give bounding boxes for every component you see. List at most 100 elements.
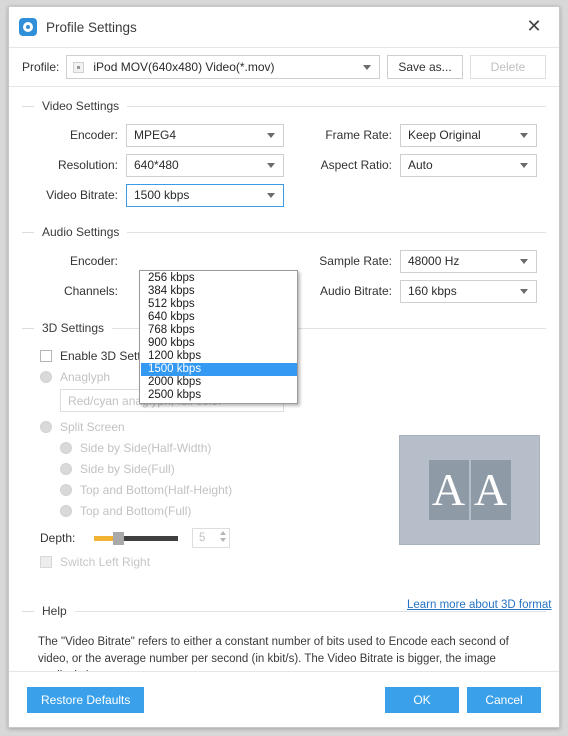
resolution-label: Resolution: xyxy=(57,158,118,172)
dropdown-option[interactable]: 2500 kbps xyxy=(141,389,297,402)
chevron-down-icon xyxy=(520,258,528,264)
aspect-ratio-select[interactable]: Auto xyxy=(400,153,537,177)
split-option-label: Side by Side(Half-Width) xyxy=(80,440,212,455)
profile-bar: Profile: iPod MOV(640x480) Video(*.mov) … xyxy=(9,47,559,87)
split-screen-radio-row: Split Screen xyxy=(40,416,546,437)
video-settings-title: Video Settings xyxy=(42,99,120,113)
depth-label: Depth: xyxy=(40,531,76,545)
encoder-select[interactable]: MPEG4 xyxy=(126,123,284,147)
audio-settings-group-header: Audio Settings xyxy=(22,221,546,243)
audio-bitrate-value: 160 kbps xyxy=(408,284,457,298)
slider-track xyxy=(116,536,178,541)
close-icon[interactable]: ✕ xyxy=(521,14,547,40)
audio-encoder-label: Encoder: xyxy=(69,254,118,268)
video-bitrate-select[interactable]: 1500 kbps xyxy=(126,183,284,207)
chevron-down-icon xyxy=(363,64,371,70)
stepper-arrows[interactable] xyxy=(220,531,226,542)
anaglyph-label: Anaglyph xyxy=(60,369,111,384)
chevron-down-icon xyxy=(267,192,275,198)
group-line xyxy=(127,231,546,233)
three-d-settings-title: 3D Settings xyxy=(42,321,105,335)
dropdown-option[interactable]: 384 kbps xyxy=(141,285,297,298)
anaglyph-select-wrap: Red/cyan anaglyph, full color xyxy=(60,389,546,412)
encoder-row: Encoder: MPEG4 Frame Rate: Keep Original xyxy=(22,121,546,149)
slider-handle[interactable] xyxy=(113,532,124,545)
split-option-label: Top and Bottom(Half-Height) xyxy=(80,482,233,497)
preview-glyph-left: A xyxy=(428,460,469,520)
depth-value: 5 xyxy=(199,532,206,544)
checkbox-disabled-icon xyxy=(40,555,52,568)
chevron-up-icon[interactable] xyxy=(220,531,226,535)
learn-more-3d-link[interactable]: Learn more about 3D format xyxy=(407,599,551,611)
save-as-button[interactable]: Save as... xyxy=(387,55,463,79)
radio-icon xyxy=(60,441,72,454)
radio-icon xyxy=(60,483,72,496)
split-option-label: Side by Side(Full) xyxy=(80,461,175,476)
film-reel-icon xyxy=(19,18,37,36)
chevron-down-icon xyxy=(267,132,275,138)
dropdown-option[interactable]: 768 kbps xyxy=(141,324,297,337)
dropdown-option[interactable]: 256 kbps xyxy=(141,272,297,285)
sample-rate-select[interactable]: 48000 Hz xyxy=(400,249,537,273)
resolution-value: 640*480 xyxy=(134,158,179,172)
page-title: Profile Settings xyxy=(46,19,137,35)
chevron-down-icon xyxy=(520,162,528,168)
profile-select[interactable]: iPod MOV(640x480) Video(*.mov) xyxy=(66,55,380,79)
group-dash xyxy=(22,105,34,107)
frame-rate-value: Keep Original xyxy=(408,128,481,142)
channels-label: Channels: xyxy=(63,284,118,298)
audio-bitrate-select[interactable]: 160 kbps xyxy=(400,279,537,303)
checkbox-unchecked-icon[interactable] xyxy=(40,349,52,362)
video-bitrate-row: Video Bitrate: 1500 kbps xyxy=(22,181,546,209)
encoder-value: MPEG4 xyxy=(134,128,177,142)
help-text: The "Video Bitrate" refers to either a c… xyxy=(38,636,509,671)
dropdown-option[interactable]: 512 kbps xyxy=(141,298,297,311)
switch-left-right-label: Switch Left Right xyxy=(60,554,151,569)
audio-settings-title: Audio Settings xyxy=(42,225,120,239)
delete-button: Delete xyxy=(470,55,546,79)
depth-slider[interactable] xyxy=(94,532,178,545)
dropdown-option[interactable]: 2000 kbps xyxy=(141,376,297,389)
cancel-button[interactable]: Cancel xyxy=(467,686,541,713)
profile-item-icon xyxy=(73,61,85,73)
restore-defaults-button[interactable]: Restore Defaults xyxy=(27,686,145,713)
radio-icon xyxy=(40,370,52,383)
video-bitrate-value: 1500 kbps xyxy=(134,188,190,202)
group-dash xyxy=(22,327,34,329)
title-bar: Profile Settings ✕ xyxy=(9,7,559,47)
radio-icon xyxy=(60,504,72,517)
dialog-body: Video Settings Encoder: MPEG4 Frame Rate… xyxy=(9,87,559,671)
video-settings-group-header: Video Settings xyxy=(22,95,546,117)
depth-stepper[interactable]: 5 xyxy=(192,528,230,548)
profile-label: Profile: xyxy=(22,60,60,74)
dropdown-option[interactable]: 640 kbps xyxy=(141,311,297,324)
profile-select-value: iPod MOV(640x480) Video(*.mov) xyxy=(93,60,275,74)
help-title: Help xyxy=(42,604,67,618)
encoder-label: Encoder: xyxy=(69,128,118,142)
chevron-down-icon[interactable] xyxy=(220,538,226,542)
frame-rate-select[interactable]: Keep Original xyxy=(400,123,537,147)
group-dash xyxy=(22,231,34,233)
video-bitrate-label: Video Bitrate: xyxy=(46,188,118,202)
dialog-footer: Restore Defaults OK Cancel xyxy=(9,671,559,727)
video-bitrate-dropdown[interactable]: 256 kbps 384 kbps 512 kbps 640 kbps 768 … xyxy=(139,270,298,404)
chevron-down-icon xyxy=(267,162,275,168)
resolution-row: Resolution: 640*480 Aspect Ratio: Auto xyxy=(22,151,546,179)
dropdown-option[interactable]: 900 kbps xyxy=(141,337,297,350)
resolution-select[interactable]: 640*480 xyxy=(126,153,284,177)
audio-bitrate-label: Audio Bitrate: xyxy=(319,284,392,298)
dropdown-option[interactable]: 1200 kbps xyxy=(141,350,297,363)
frame-rate-label: Frame Rate: xyxy=(325,128,392,142)
sample-rate-value: 48000 Hz xyxy=(408,254,460,268)
dropdown-option-selected[interactable]: 1500 kbps xyxy=(141,363,297,376)
group-line xyxy=(127,105,546,107)
split-option-label: Top and Bottom(Full) xyxy=(80,503,192,518)
chevron-down-icon xyxy=(520,288,528,294)
profile-settings-dialog: Profile Settings ✕ Profile: iPod MOV(640… xyxy=(8,6,560,728)
switch-left-right-row: Switch Left Right xyxy=(40,551,546,572)
chevron-down-icon xyxy=(520,132,528,138)
sample-rate-label: Sample Rate: xyxy=(319,254,392,268)
ok-button[interactable]: OK xyxy=(385,686,459,713)
three-d-preview: A A xyxy=(399,435,540,545)
radio-icon xyxy=(60,462,72,475)
